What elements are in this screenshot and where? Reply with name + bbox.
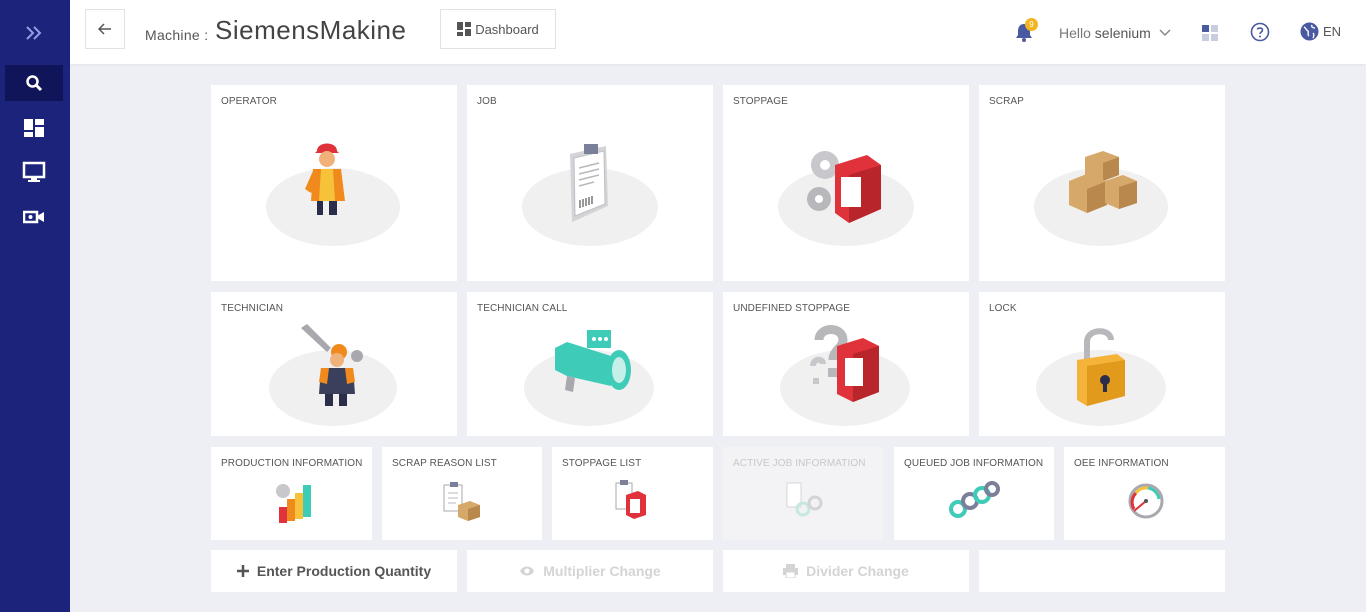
action-label: Enter Production Quantity [256,563,432,579]
action-label: Divider Change [806,563,909,579]
megaphone-icon [555,330,631,392]
card-title: SCRAP REASON LIST [392,458,497,469]
machine-label: Machine : [145,27,209,43]
card-title: SCRAP [989,96,1024,107]
user-greeting: Hello selenium [1059,25,1151,41]
dashboard-icon [457,22,472,36]
apps-icon [1202,25,1218,41]
eye-icon [520,566,535,576]
empty-action-button [979,550,1225,592]
printer-icon [783,564,799,578]
dashboard-button[interactable]: Dashboard [440,9,556,49]
back-button[interactable] [85,9,125,49]
technician-card[interactable]: TECHNICIAN [211,292,457,436]
boxes-icon [1069,151,1137,213]
expand-icon [26,26,42,40]
enter-production-quantity-button[interactable]: Enter Production Quantity [211,550,457,592]
production-information-card[interactable]: PRODUCTION INFORMATION [211,447,372,540]
globe-icon [1300,22,1319,41]
gauge-icon [1128,483,1164,519]
technician-call-card[interactable]: TECHNICIAN CALL [467,292,713,436]
card-title: OPERATOR [221,96,277,107]
scrap-list-icon [443,482,480,521]
expand-sidebar-button[interactable] [5,15,63,51]
card-title: QUEUED JOB INFORMATION [904,458,1044,469]
help-button[interactable] [1250,22,1270,47]
dashboard-button-label: Dashboard [475,21,539,37]
operator-icon [305,143,345,215]
operator-card[interactable]: OPERATOR [211,85,457,281]
stoppage-card[interactable]: STOPPAGE [723,85,969,281]
card-title: TECHNICIAN CALL [477,303,568,314]
undefined-stoppage-card[interactable]: UNDEFINED STOPPAGE [723,292,969,436]
card-title: PRODUCTION INFORMATION [221,458,363,469]
plus-icon [236,565,249,577]
action-label: Multiplier Change [543,563,661,579]
queued-jobs-icon [949,481,1000,518]
stoppage-list-icon [615,480,646,519]
dashboard-icon [24,119,44,137]
language-selector[interactable]: EN [1300,22,1341,41]
card-title: UNDEFINED STOPPAGE [733,303,851,314]
job-card[interactable]: JOB [467,85,713,281]
oee-information-card[interactable]: OEE INFORMATION [1064,447,1225,540]
lock-card[interactable]: LOCK [979,292,1225,436]
camera-nav-button[interactable] [5,199,63,235]
machine-name: SiemensMakine [215,15,407,45]
active-job-information-card: ACTIVE JOB INFORMATION [723,447,883,540]
sidebar [0,0,70,612]
card-title: JOB [477,96,497,107]
apps-button[interactable] [1202,25,1219,47]
dashboard-nav-button[interactable] [5,110,63,146]
queued-job-information-card[interactable]: QUEUED JOB INFORMATION [894,447,1054,540]
monitor-nav-button[interactable] [5,154,63,190]
card-title: TECHNICIAN [221,303,284,314]
monitor-icon [22,161,46,182]
search-icon [26,75,43,92]
clipboard-icon [570,144,608,222]
card-title: OEE INFORMATION [1074,458,1169,469]
search-button[interactable] [5,65,63,101]
notification-badge: 9 [1025,18,1038,31]
question-stoppage-icon [810,325,879,402]
scrap-reason-list-card[interactable]: SCRAP REASON LIST [382,447,542,540]
card-title: ACTIVE JOB INFORMATION [733,458,866,469]
padlock-icon [1077,328,1125,406]
scrap-card[interactable]: SCRAP [979,85,1225,281]
help-icon [1250,22,1270,42]
stoppage-gears-icon [807,151,881,223]
divider-change-button[interactable]: Divider Change [723,550,969,592]
arrow-left-icon [98,23,111,35]
card-title: LOCK [989,303,1017,314]
language-label: EN [1323,24,1342,39]
camera-icon [23,210,44,224]
technician-icon [301,324,363,406]
chevron-down-icon [1159,29,1171,37]
multiplier-change-button[interactable]: Multiplier Change [467,550,713,592]
top-header: Machine : SiemensMakine Dashboard 9 Hell… [70,0,1366,64]
stoppage-list-card[interactable]: STOPPAGE LIST [552,447,713,540]
user-menu[interactable]: Hello selenium [1059,25,1171,41]
card-title: STOPPAGE [733,96,788,107]
bar-chart-icon [276,484,311,523]
card-title: STOPPAGE LIST [562,458,642,469]
active-job-icon [786,482,823,517]
